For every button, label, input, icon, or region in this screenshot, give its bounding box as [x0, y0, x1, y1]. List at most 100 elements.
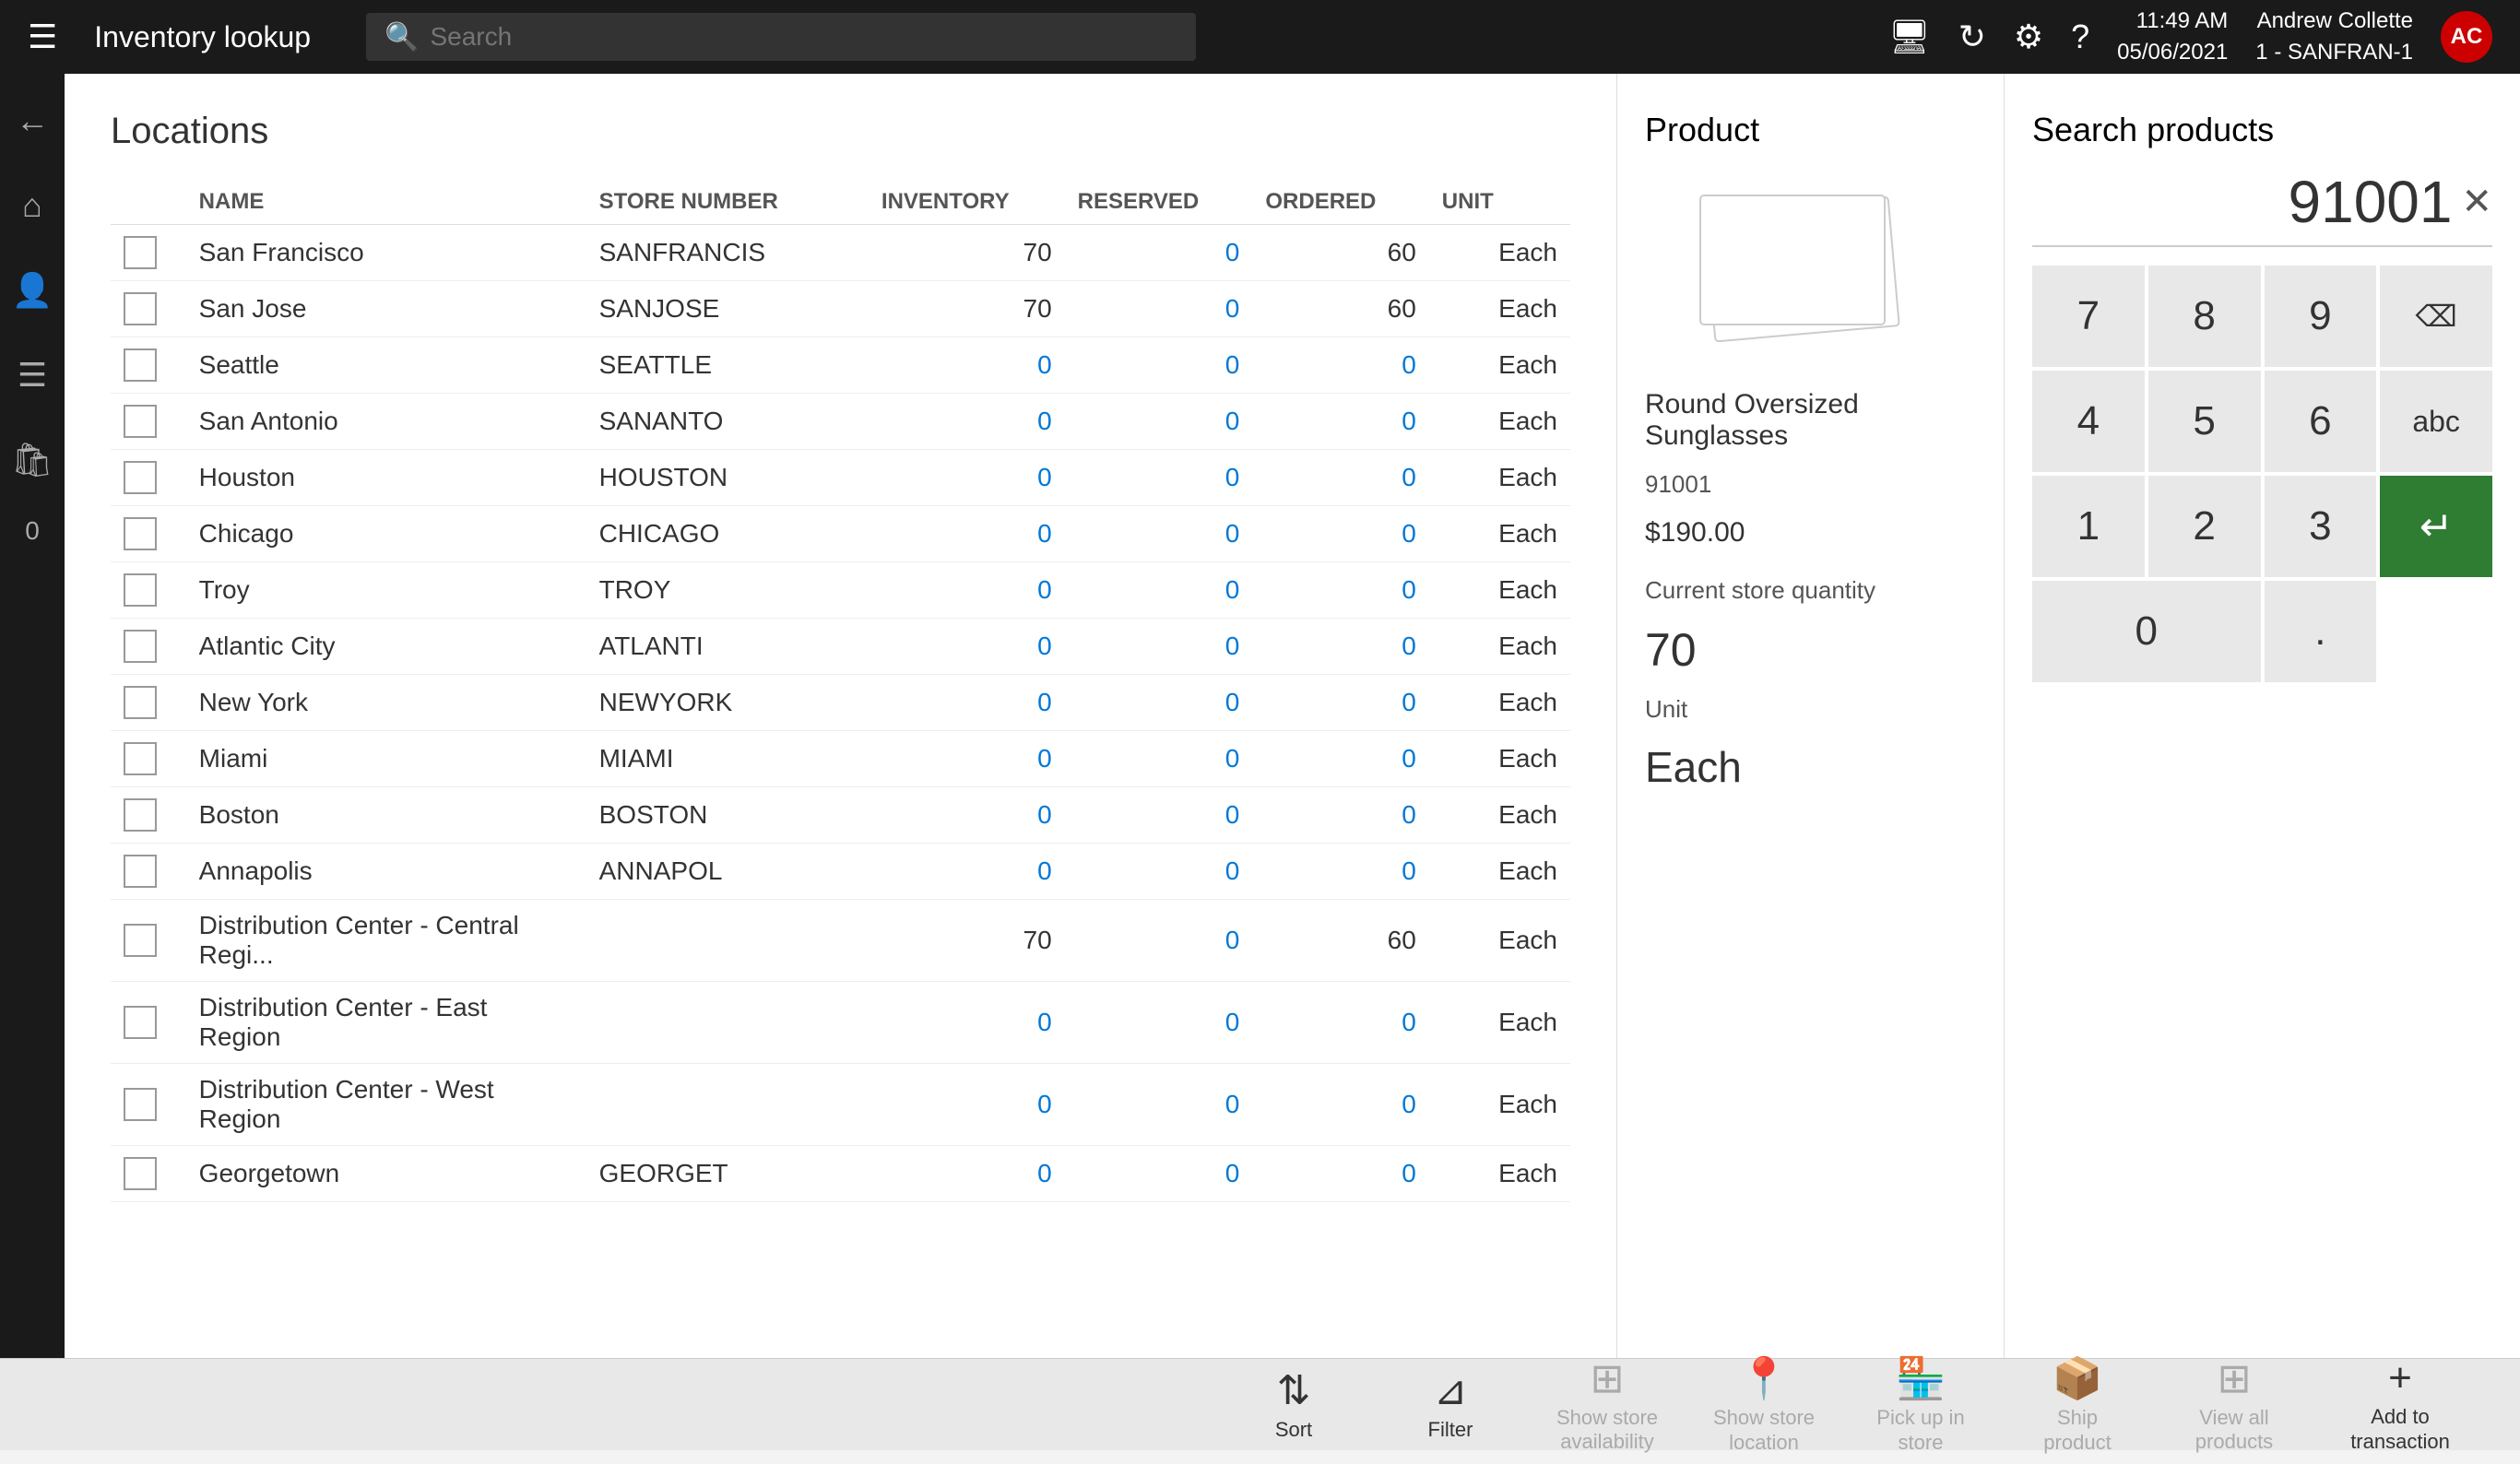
row-checkbox[interactable]: [124, 1157, 157, 1190]
sidebar-home-icon[interactable]: ⌂: [13, 177, 52, 234]
search-bar[interactable]: 🔍: [366, 13, 1196, 61]
help-icon[interactable]: ?: [2071, 18, 2089, 56]
row-ordered: 0: [1252, 1064, 1428, 1146]
refresh-icon[interactable]: ↻: [1958, 18, 1986, 56]
numpad-9[interactable]: 9: [2265, 266, 2377, 367]
row-unit: Each: [1429, 619, 1570, 675]
row-checkbox[interactable]: [124, 348, 157, 382]
product-name: Round Oversized Sunglasses: [1645, 389, 1976, 452]
table-row[interactable]: Boston BOSTON 0 0 0 Each: [111, 787, 1570, 844]
row-checkbox-cell: [111, 450, 186, 506]
row-checkbox-cell: [111, 394, 186, 450]
numpad-5[interactable]: 5: [2148, 371, 2261, 472]
avatar[interactable]: AC: [2441, 11, 2492, 63]
table-row[interactable]: Georgetown GEORGET 0 0 0 Each: [111, 1146, 1570, 1202]
table-row[interactable]: New York NEWYORK 0 0 0 Each: [111, 675, 1570, 731]
row-checkbox[interactable]: [124, 236, 157, 269]
ship-icon: 📦: [2053, 1354, 2103, 1402]
table-row[interactable]: Atlantic City ATLANTI 0 0 0 Each: [111, 619, 1570, 675]
view-all-action[interactable]: ⊞ View allproducts: [2160, 1346, 2308, 1464]
table-row[interactable]: Annapolis ANNAPOL 0 0 0 Each: [111, 844, 1570, 900]
app-title: Inventory lookup: [94, 20, 311, 54]
filter-label: Filter: [1428, 1418, 1473, 1442]
row-ordered: 0: [1252, 675, 1428, 731]
numpad-backspace[interactable]: ⌫: [2380, 266, 2492, 367]
numpad-dot[interactable]: .: [2265, 581, 2377, 682]
numpad-abc[interactable]: abc: [2380, 371, 2492, 472]
sidebar-cart-icon[interactable]: 🛍: [2, 431, 63, 489]
numpad-value: 91001: [2032, 168, 2452, 236]
row-reserved: 0: [1065, 675, 1253, 731]
row-unit: Each: [1429, 731, 1570, 787]
row-checkbox[interactable]: [124, 1006, 157, 1039]
table-row[interactable]: Distribution Center - Central Regi... 70…: [111, 900, 1570, 982]
row-checkbox[interactable]: [124, 1088, 157, 1121]
numpad-8[interactable]: 8: [2148, 266, 2261, 367]
row-checkbox[interactable]: [124, 798, 157, 832]
filter-action[interactable]: ⊿ Filter: [1377, 1358, 1524, 1451]
row-checkbox-cell: [111, 900, 186, 982]
row-checkbox[interactable]: [124, 405, 157, 438]
product-unit: Each: [1645, 742, 1976, 792]
show-store-location-action[interactable]: 📍 Show storelocation: [1690, 1345, 1838, 1464]
store-location-icon: 📍: [1739, 1354, 1790, 1402]
row-inventory: 70: [869, 281, 1065, 337]
table-row[interactable]: San Antonio SANANTO 0 0 0 Each: [111, 394, 1570, 450]
numpad-4[interactable]: 4: [2032, 371, 2145, 472]
ship-action[interactable]: 📦 Shipproduct: [2004, 1345, 2151, 1464]
table-row[interactable]: Troy TROY 0 0 0 Each: [111, 562, 1570, 619]
pick-up-action[interactable]: 🏪 Pick up instore: [1847, 1345, 1994, 1464]
pick-up-label: Pick up instore: [1876, 1406, 1964, 1455]
pickup-icon: 🏪: [1896, 1354, 1946, 1402]
hamburger-menu-icon[interactable]: ☰: [28, 18, 57, 56]
search-input[interactable]: [430, 22, 1177, 52]
numpad-3[interactable]: 3: [2265, 476, 2377, 577]
table-row[interactable]: San Francisco SANFRANCIS 70 0 60 Each: [111, 225, 1570, 281]
table-row[interactable]: Distribution Center - East Region 0 0 0 …: [111, 982, 1570, 1064]
row-checkbox[interactable]: [124, 686, 157, 719]
add-to-transaction-action[interactable]: + Add totransaction: [2317, 1346, 2483, 1463]
monitor-icon[interactable]: 🖥: [1888, 18, 1931, 56]
numpad-0[interactable]: 0: [2032, 581, 2261, 682]
sidebar-back-icon[interactable]: ←: [6, 92, 58, 149]
row-checkbox[interactable]: [124, 742, 157, 775]
date-display: 05/06/2021: [2117, 37, 2228, 68]
row-name: San Jose: [186, 281, 586, 337]
show-store-availability-action[interactable]: ⊞ Show storeavailability: [1533, 1346, 1681, 1464]
row-name: Chicago: [186, 506, 586, 562]
row-checkbox-cell: [111, 562, 186, 619]
row-checkbox[interactable]: [124, 855, 157, 888]
numpad-6[interactable]: 6: [2265, 371, 2377, 472]
row-name: Atlantic City: [186, 619, 586, 675]
row-checkbox[interactable]: [124, 461, 157, 494]
numpad-1[interactable]: 1: [2032, 476, 2145, 577]
numpad-2[interactable]: 2: [2148, 476, 2261, 577]
row-checkbox[interactable]: [124, 573, 157, 607]
row-checkbox[interactable]: [124, 630, 157, 663]
gear-icon[interactable]: ⚙: [2014, 18, 2043, 56]
table-row[interactable]: Houston HOUSTON 0 0 0 Each: [111, 450, 1570, 506]
sidebar-people-icon[interactable]: 👤: [3, 262, 63, 319]
table-row[interactable]: Distribution Center - West Region 0 0 0 …: [111, 1064, 1570, 1146]
numpad-7[interactable]: 7: [2032, 266, 2145, 367]
row-checkbox[interactable]: [124, 517, 157, 550]
row-checkbox[interactable]: [124, 292, 157, 325]
row-store: [586, 982, 869, 1064]
row-name: New York: [186, 675, 586, 731]
numpad-enter[interactable]: ↵: [2380, 476, 2492, 577]
topbar-icons: 🖥 ↻ ⚙ ? 11:49 AM 05/06/2021 Andrew Colle…: [1888, 6, 2492, 67]
table-row[interactable]: Seattle SEATTLE 0 0 0 Each: [111, 337, 1570, 394]
row-ordered: 0: [1252, 619, 1428, 675]
store-id: 1 - SANFRAN-1: [2255, 37, 2413, 68]
sort-action[interactable]: ⇅ Sort: [1220, 1358, 1367, 1451]
table-row[interactable]: San Jose SANJOSE 70 0 60 Each: [111, 281, 1570, 337]
numpad-close-icon[interactable]: ✕: [2461, 181, 2492, 223]
row-inventory: 0: [869, 787, 1065, 844]
row-checkbox[interactable]: [124, 924, 157, 957]
row-store: HOUSTON: [586, 450, 869, 506]
table-row[interactable]: Chicago CHICAGO 0 0 0 Each: [111, 506, 1570, 562]
row-store: ATLANTI: [586, 619, 869, 675]
sidebar-list-icon[interactable]: ☰: [8, 347, 56, 404]
table-row[interactable]: Miami MIAMI 0 0 0 Each: [111, 731, 1570, 787]
row-name: Boston: [186, 787, 586, 844]
